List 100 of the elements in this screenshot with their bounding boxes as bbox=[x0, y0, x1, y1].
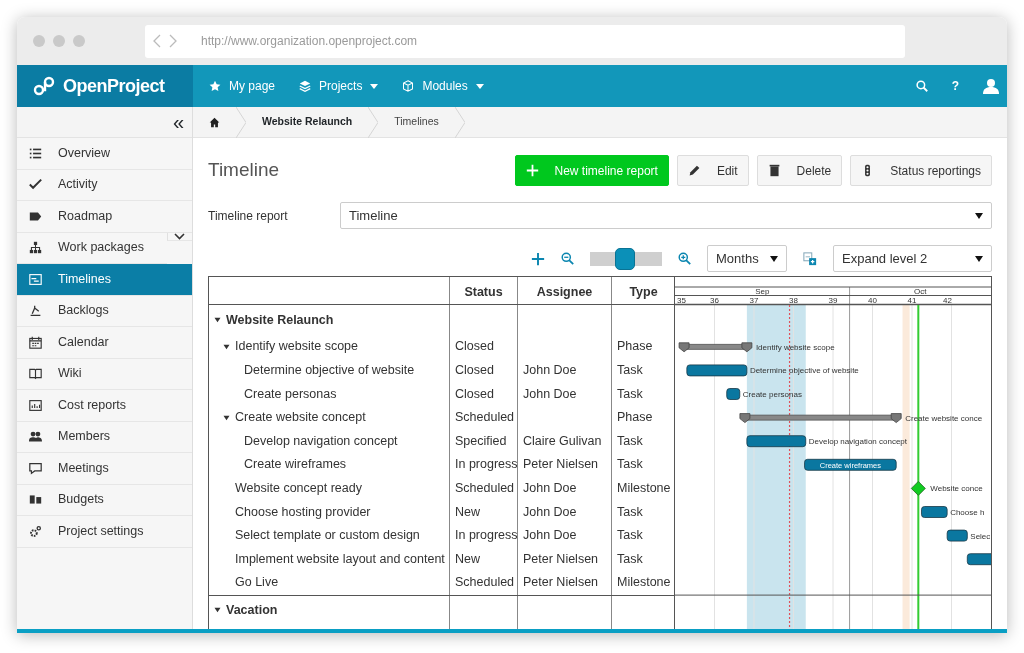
toolbar-button[interactable]: Status reportings bbox=[850, 155, 992, 186]
work-package-name[interactable]: Select template or custom design bbox=[235, 526, 420, 545]
page-title: Timeline bbox=[208, 159, 280, 182]
table-cell-text: Phase bbox=[617, 409, 653, 427]
work-package-name[interactable]: Develop navigation concept bbox=[244, 431, 398, 451]
table-cell-text: Task bbox=[617, 550, 643, 568]
work-package-name[interactable]: Website concept ready bbox=[235, 479, 362, 498]
search-icon[interactable] bbox=[915, 80, 928, 92]
work-package-name[interactable]: Choose hosting provider bbox=[235, 502, 371, 522]
toolbar-button[interactable]: Delete bbox=[756, 155, 843, 186]
week-label: 36 bbox=[710, 296, 719, 305]
table-cell-text: John Doe bbox=[523, 385, 577, 403]
week-label: 42 bbox=[943, 296, 952, 305]
sidebar-item[interactable]: Wiki bbox=[17, 358, 192, 390]
sidebar-item[interactable]: Overview bbox=[17, 138, 192, 170]
timeline-icon bbox=[29, 272, 42, 286]
table-cell-text: Scheduled bbox=[455, 574, 515, 592]
column-header: Assignee bbox=[518, 277, 612, 304]
bar-label: Determine objective of website bbox=[749, 366, 859, 376]
sidebar-item[interactable]: Backlogs bbox=[17, 295, 192, 327]
trash-icon bbox=[767, 164, 781, 177]
sidebar-item[interactable]: Project settings bbox=[17, 516, 192, 548]
user-icon[interactable] bbox=[983, 78, 999, 94]
task-bar bbox=[946, 529, 968, 542]
gears-icon bbox=[29, 524, 42, 538]
work-package-name[interactable]: Identify website scope bbox=[235, 337, 358, 357]
bar-label: Identify website scope bbox=[755, 342, 835, 352]
zoom-in-icon[interactable] bbox=[678, 252, 691, 265]
select-field[interactable]: Months bbox=[707, 245, 787, 272]
sidebar-item[interactable]: Timelines bbox=[17, 264, 192, 296]
slider-thumb[interactable] bbox=[615, 247, 636, 270]
table-cell-text: John Doe bbox=[523, 503, 577, 521]
layers-icon bbox=[299, 80, 312, 92]
plus-icon bbox=[525, 164, 539, 177]
chevron-icon bbox=[174, 232, 186, 240]
home-icon[interactable] bbox=[209, 116, 220, 128]
chat-icon bbox=[29, 461, 42, 475]
table-cell-text: Task bbox=[617, 503, 643, 521]
task-bar bbox=[726, 388, 741, 400]
url-text: http://www.organization.openproject.com bbox=[201, 33, 418, 50]
column-header: Status bbox=[450, 277, 518, 304]
work-package-name[interactable]: Create wireframes bbox=[244, 455, 347, 475]
task-bar bbox=[966, 553, 991, 566]
expand-submenu-button[interactable] bbox=[166, 232, 192, 241]
caret-icon bbox=[770, 255, 778, 262]
select-field[interactable]: Expand level 2 bbox=[833, 245, 992, 272]
caret-icon[interactable] bbox=[214, 607, 221, 614]
breadcrumb-separator-icon bbox=[368, 107, 379, 138]
work-package-name[interactable]: Go Live bbox=[235, 573, 279, 593]
table-cell-text: Task bbox=[617, 362, 643, 379]
toolbar-button[interactable]: Edit bbox=[676, 155, 749, 186]
breadcrumb-link[interactable]: Timelines bbox=[378, 114, 455, 130]
star-icon bbox=[209, 80, 221, 92]
select-field[interactable]: Timeline bbox=[340, 202, 992, 229]
table-cell-text: Milestone bbox=[617, 574, 671, 592]
table-cell-text: John Doe bbox=[523, 527, 577, 545]
tag-icon bbox=[29, 209, 42, 223]
table-cell-text: Scheduled bbox=[455, 409, 515, 427]
table-cell-text: Scheduled bbox=[455, 480, 515, 497]
users-icon bbox=[29, 430, 42, 444]
add-icon[interactable] bbox=[531, 251, 545, 266]
task-bar bbox=[686, 364, 748, 377]
sidebar-item[interactable]: Members bbox=[17, 421, 192, 453]
caret-icon[interactable] bbox=[223, 414, 230, 421]
work-package-name[interactable]: Determine objective of website bbox=[244, 361, 415, 380]
breadcrumb-separator-icon bbox=[236, 107, 246, 138]
caret-icon[interactable] bbox=[214, 317, 221, 323]
table-cell-text: Task bbox=[617, 432, 643, 450]
milestone-marker bbox=[910, 481, 926, 496]
table-cell-text: Claire Gulivan bbox=[523, 432, 602, 450]
caret-icon[interactable] bbox=[223, 343, 230, 350]
table-cell-text: Task bbox=[617, 385, 643, 403]
table-cell-text: In progress bbox=[455, 527, 517, 545]
sidebar-item[interactable]: Budgets bbox=[17, 484, 192, 516]
window-controls bbox=[33, 35, 85, 47]
breadcrumb-link[interactable]: Website Relaunch bbox=[246, 114, 369, 130]
bar-label: Website conce bbox=[930, 484, 983, 494]
project-name[interactable]: Vacation bbox=[226, 600, 278, 620]
table-cell-text: Closed bbox=[455, 338, 494, 356]
table-cell-text: New bbox=[455, 550, 480, 568]
work-package-name[interactable]: Create website concept bbox=[235, 408, 366, 427]
work-package-name[interactable]: Create personas bbox=[244, 384, 337, 404]
bar-label: Create personas bbox=[742, 390, 802, 399]
zoom-out-icon[interactable] bbox=[561, 252, 574, 265]
sidebar-item[interactable]: Roadmap bbox=[17, 201, 192, 233]
work-package-name[interactable]: Implement website layout and content bbox=[235, 549, 445, 569]
table-cell-text: John Doe bbox=[523, 362, 577, 379]
caret-icon bbox=[975, 255, 983, 262]
check-icon bbox=[29, 178, 42, 192]
table-cell-text: New bbox=[455, 503, 480, 521]
bar-label: Choose h bbox=[950, 508, 985, 517]
table-cell-text: Closed bbox=[455, 385, 494, 403]
wallet-icon bbox=[29, 493, 42, 507]
expand-icon[interactable] bbox=[803, 251, 817, 266]
collapse-sidebar-button[interactable]: « bbox=[172, 107, 184, 137]
sidebar-item[interactable]: Cost reports bbox=[17, 390, 192, 422]
sidebar-item[interactable]: Activity bbox=[17, 169, 192, 201]
sidebar-item[interactable]: Meetings bbox=[17, 453, 192, 485]
sidebar-item[interactable]: Calendar bbox=[17, 327, 192, 359]
project-name[interactable]: Website Relaunch bbox=[226, 310, 334, 330]
